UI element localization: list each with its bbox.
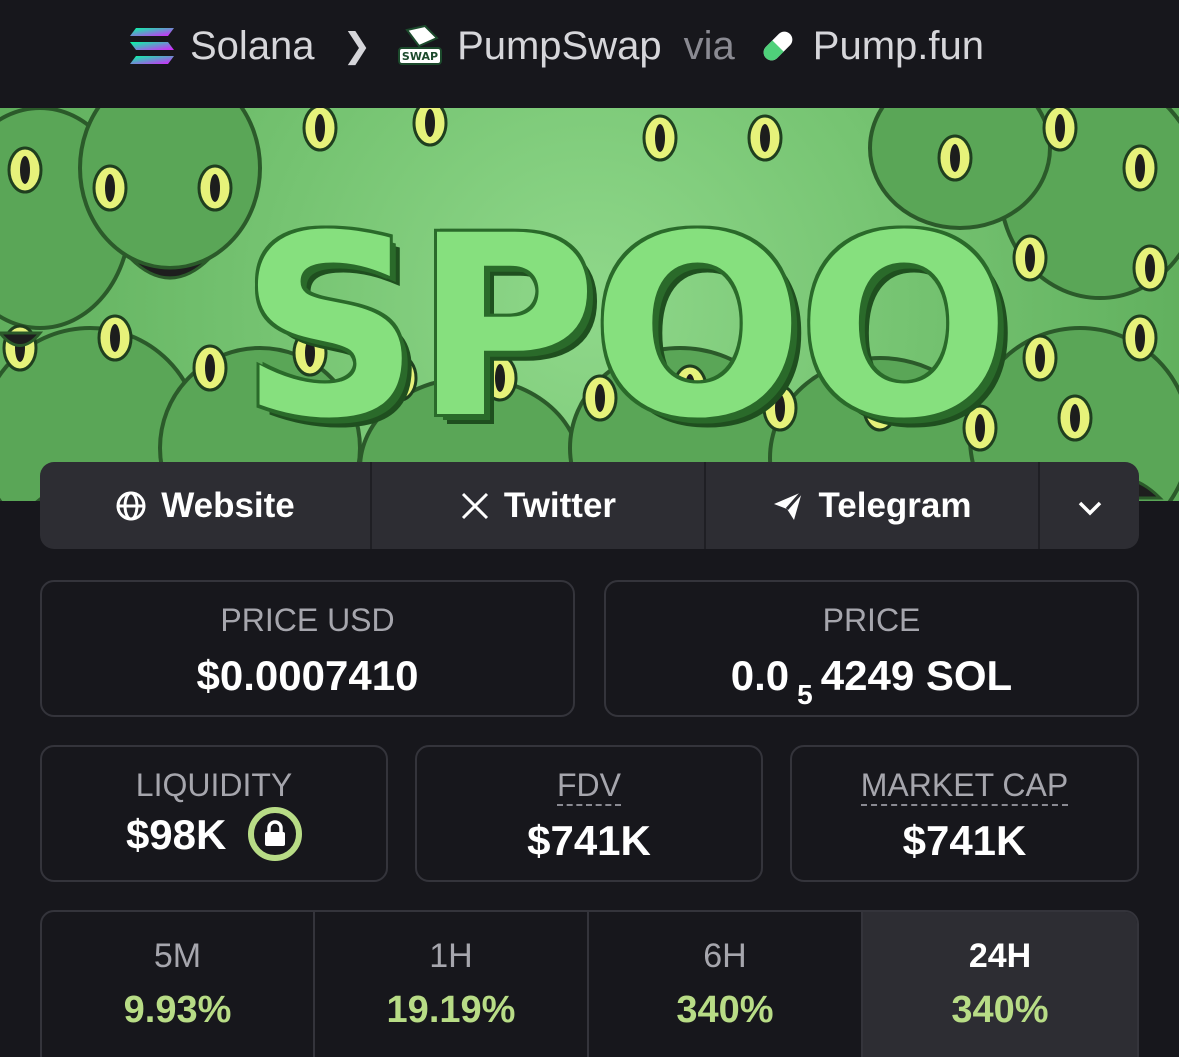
market-cap-value: $741K	[902, 817, 1027, 864]
tab-label: 24H	[968, 937, 1032, 975]
tab-1h[interactable]: 1H 19.19%	[315, 912, 589, 1057]
globe-icon	[115, 490, 147, 522]
tab-label: 6H	[703, 937, 747, 975]
liquidity-card: LIQUIDITY $98K	[40, 745, 388, 882]
tab-change: 340%	[676, 989, 774, 1031]
breadcrumb-dex[interactable]: PumpSwap	[457, 24, 662, 69]
telegram-button[interactable]: Telegram	[706, 462, 1040, 549]
fdv-label[interactable]: FDV	[557, 767, 621, 806]
tab-change: 9.93%	[123, 989, 232, 1031]
liquidity-value-row: $98K	[42, 807, 386, 865]
price-sol-card: PRICE 0.0 5 4249 SOL	[604, 580, 1139, 717]
breadcrumb: Solana ❯ SWAP PumpSwap via Pump.fun	[128, 22, 984, 70]
pill-icon	[757, 25, 799, 67]
x-logo-icon	[460, 491, 490, 521]
liquidity-value: $98K	[125, 811, 227, 859]
fdv-value: $741K	[527, 817, 651, 864]
tab-label: 1H	[429, 937, 473, 975]
solana-icon	[128, 26, 176, 66]
tab-6h[interactable]: 6H 340%	[589, 912, 863, 1057]
price-sol-prefix: 0.0	[730, 652, 790, 699]
breadcrumb-launchpad[interactable]: Pump.fun	[813, 24, 984, 69]
tab-change: 19.19%	[386, 989, 516, 1031]
fdv-card: FDV $741K	[415, 745, 763, 882]
lock-icon[interactable]	[248, 807, 303, 861]
price-usd-label: PRICE USD	[220, 602, 395, 638]
price-sol-value: 0.0 5 4249 SOL	[606, 652, 1137, 710]
twitter-button[interactable]: Twitter	[372, 462, 706, 549]
pumpswap-icon: SWAP	[397, 24, 443, 68]
price-sol-label: PRICE	[822, 602, 921, 638]
price-sol-zero-count: 5	[797, 679, 813, 710]
price-usd-value: $0.0007410	[196, 652, 419, 699]
tab-label: 5M	[153, 937, 202, 975]
market-cap-card: MARKET CAP $741K	[790, 745, 1139, 882]
telegram-label: Telegram	[818, 485, 972, 525]
website-label: Website	[161, 485, 295, 525]
pumpswap-badge-label: SWAP	[402, 50, 438, 63]
website-button[interactable]: Website	[40, 462, 372, 549]
liquidity-label: LIQUIDITY	[135, 767, 293, 803]
token-banner: SPOO	[0, 108, 1179, 501]
breadcrumb-header: Solana ❯ SWAP PumpSwap via Pump.fun	[0, 0, 1179, 108]
social-links-bar: Website Twitter Telegram	[40, 462, 1139, 549]
tab-change: 340%	[951, 989, 1049, 1031]
breadcrumb-chain[interactable]: Solana	[190, 24, 315, 69]
tab-24h[interactable]: 24H 340%	[863, 912, 1137, 1057]
twitter-label: Twitter	[503, 485, 617, 525]
chevron-right-icon: ❯	[342, 27, 372, 65]
breadcrumb-via: via	[683, 23, 735, 68]
timeframe-tabs: 5M 9.93% 1H 19.19% 6H 340% 24H 340%	[40, 910, 1139, 1057]
fdv-label-wrap: FDV	[417, 765, 761, 806]
price-sol-suffix: 4249 SOL	[820, 652, 1013, 699]
more-links-dropdown[interactable]	[1040, 462, 1139, 549]
banner-title: SPOO	[240, 182, 1010, 473]
market-cap-label-wrap: MARKET CAP	[792, 765, 1137, 806]
chevron-down-icon	[1077, 486, 1103, 526]
price-usd-card: PRICE USD $0.0007410	[40, 580, 575, 717]
paper-plane-icon	[772, 490, 804, 522]
tab-5m[interactable]: 5M 9.93%	[42, 912, 315, 1057]
market-cap-label[interactable]: MARKET CAP	[860, 767, 1069, 806]
